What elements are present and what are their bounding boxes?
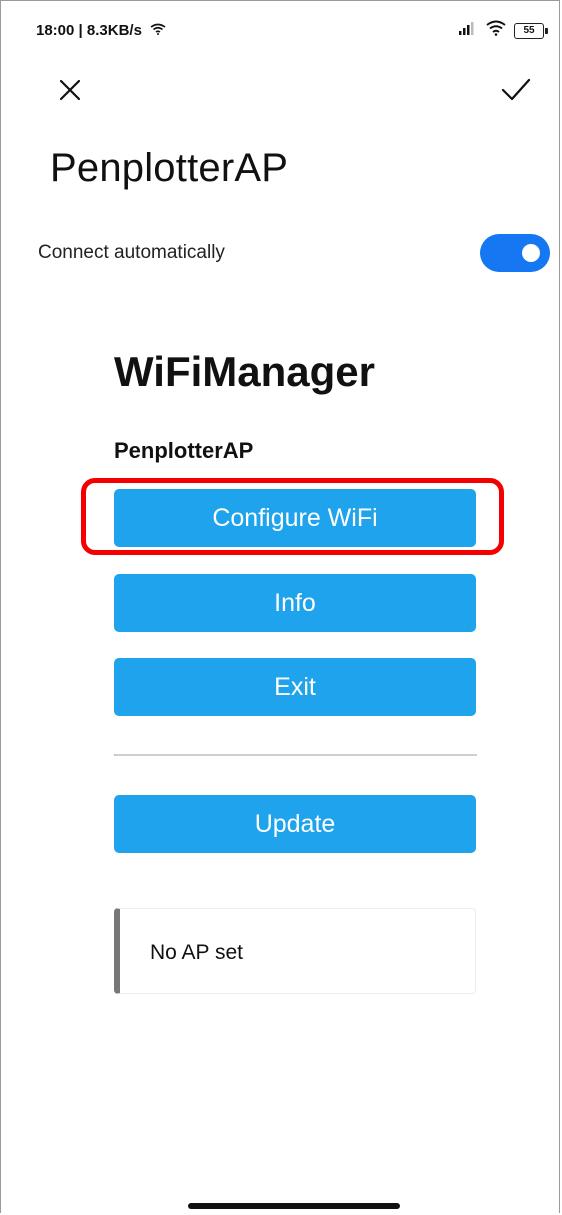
auto-connect-toggle[interactable] (480, 234, 550, 272)
exit-button[interactable]: Exit (114, 658, 476, 716)
status-icons: 55 (458, 20, 548, 41)
hotspot-icon (150, 22, 166, 39)
home-indicator[interactable] (188, 1203, 400, 1209)
highlight-box (81, 478, 504, 555)
close-icon (57, 77, 83, 108)
toggle-knob (522, 244, 540, 262)
status-time-text: 18:00 | 8.3KB/s (36, 22, 142, 39)
wifi-icon (486, 20, 506, 41)
close-button[interactable] (52, 74, 88, 110)
battery-level: 55 (523, 24, 535, 36)
update-button[interactable]: Update (114, 795, 476, 853)
status-time: 18:00 | 8.3KB/s (36, 22, 166, 39)
auto-connect-label: Connect automatically (38, 242, 225, 263)
ssid-heading: PenplotterAP (114, 438, 254, 463)
info-button[interactable]: Info (114, 574, 476, 632)
divider (114, 754, 477, 756)
check-icon (500, 77, 532, 108)
wifimanager-title: WiFiManager (114, 348, 375, 395)
page-title: PenplotterAP (50, 146, 289, 190)
status-message-box: No AP set (114, 908, 476, 994)
signal-icon (458, 21, 478, 40)
battery-icon: 55 (514, 22, 548, 39)
status-message: No AP set (150, 941, 244, 964)
confirm-button[interactable] (498, 74, 534, 110)
